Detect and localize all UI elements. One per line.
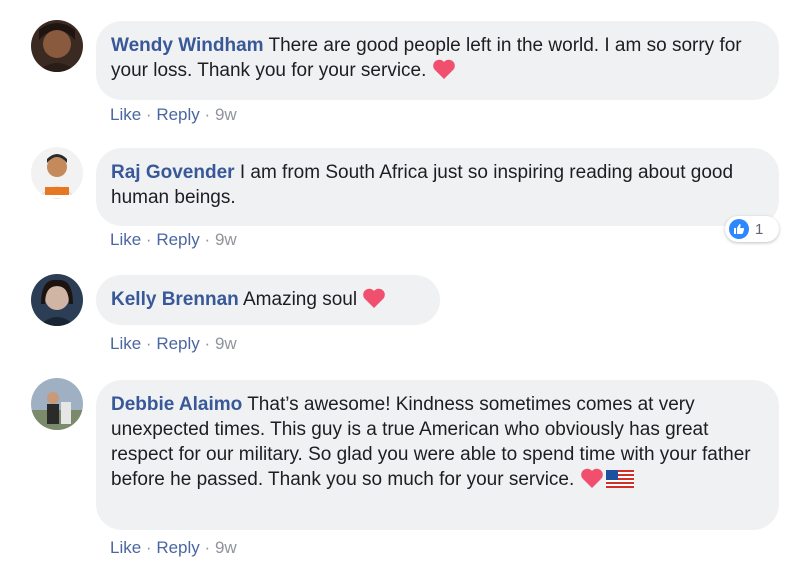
avatar[interactable] bbox=[31, 378, 83, 430]
author-name[interactable]: Kelly Brennan bbox=[111, 289, 239, 310]
separator: · bbox=[145, 334, 152, 353]
timestamp[interactable]: 9w bbox=[215, 105, 237, 124]
heart-emoji-icon bbox=[362, 287, 386, 316]
reply-link[interactable]: Reply bbox=[156, 230, 199, 249]
author-name[interactable]: Wendy Windham bbox=[111, 35, 264, 56]
timestamp[interactable]: 9w bbox=[215, 334, 237, 353]
comment-actions: Like · Reply · 9w bbox=[110, 334, 237, 354]
separator: · bbox=[204, 334, 211, 353]
comment-bubble: Wendy Windham There are good people left… bbox=[96, 21, 779, 100]
separator: · bbox=[145, 538, 152, 557]
reaction-summary[interactable]: 1 bbox=[725, 216, 779, 242]
author-name[interactable]: Debbie Alaimo bbox=[111, 394, 242, 415]
like-link[interactable]: Like bbox=[110, 230, 141, 249]
avatar[interactable] bbox=[31, 274, 83, 326]
separator: · bbox=[145, 105, 152, 124]
timestamp[interactable]: 9w bbox=[215, 230, 237, 249]
comment-actions: Like · Reply · 9w bbox=[110, 230, 237, 250]
comment-text: Amazing soul bbox=[243, 289, 358, 310]
thumbs-up-icon bbox=[729, 219, 749, 239]
us-flag-emoji-icon bbox=[605, 470, 634, 495]
separator: · bbox=[204, 538, 211, 557]
avatar[interactable] bbox=[31, 20, 83, 72]
like-link[interactable]: Like bbox=[110, 538, 141, 557]
reaction-count: 1 bbox=[755, 220, 764, 238]
separator: · bbox=[145, 230, 152, 249]
comment-bubble: Kelly Brennan Amazing soul bbox=[96, 275, 440, 325]
heart-emoji-icon bbox=[432, 58, 456, 87]
timestamp[interactable]: 9w bbox=[215, 538, 237, 557]
reply-link[interactable]: Reply bbox=[156, 334, 199, 353]
reply-link[interactable]: Reply bbox=[156, 105, 199, 124]
reply-link[interactable]: Reply bbox=[156, 538, 199, 557]
separator: · bbox=[204, 230, 211, 249]
like-link[interactable]: Like bbox=[110, 334, 141, 353]
author-name[interactable]: Raj Govender bbox=[111, 162, 235, 183]
comment-actions: Like · Reply · 9w bbox=[110, 538, 237, 558]
separator: · bbox=[204, 105, 211, 124]
comment-bubble: Debbie Alaimo That’s awesome! Kindness s… bbox=[96, 380, 779, 530]
like-link[interactable]: Like bbox=[110, 105, 141, 124]
comment-bubble: Raj Govender I am from South Africa just… bbox=[96, 148, 779, 226]
heart-emoji-icon bbox=[580, 467, 604, 496]
avatar[interactable] bbox=[31, 147, 83, 199]
comment-actions: Like · Reply · 9w bbox=[110, 105, 237, 125]
